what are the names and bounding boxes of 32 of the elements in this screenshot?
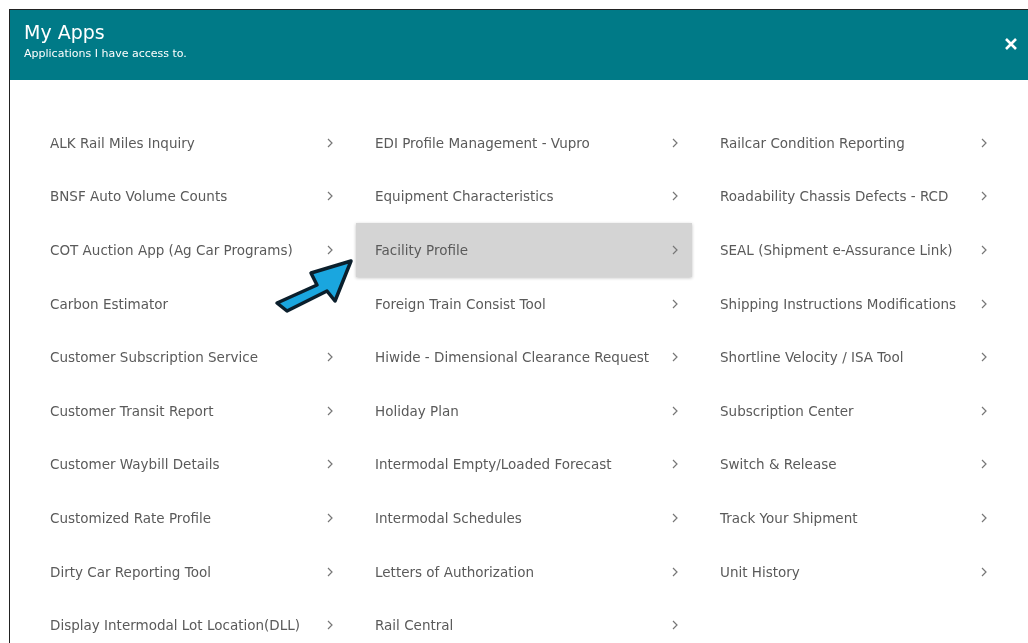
close-icon [1004, 37, 1018, 51]
app-link[interactable]: Rail Central [375, 617, 454, 634]
app-link[interactable]: Subscription Center [720, 402, 854, 419]
app-link[interactable]: Hiwide - Dimensional Clearance Request [375, 349, 650, 366]
app-link[interactable]: Intermodal Empty/Loaded Forecast [375, 456, 612, 473]
app-link[interactable]: Dirty Car Reporting Tool [50, 563, 211, 580]
app-link[interactable]: Customer Waybill Details [50, 456, 220, 473]
app-link[interactable]: Shortline Velocity / ISA Tool [720, 349, 904, 366]
dialog-subtitle: Applications I have access to. [24, 47, 187, 60]
app-link[interactable]: Customer Transit Report [50, 402, 214, 419]
app-link[interactable]: Intermodal Schedules [375, 509, 522, 526]
app-link[interactable]: Switch & Release [720, 456, 837, 473]
app-link[interactable]: Track Your Shipment [720, 509, 858, 526]
app-link[interactable]: Unit History [720, 563, 800, 580]
app-link[interactable]: Foreign Train Consist Tool [375, 295, 546, 312]
app-link[interactable]: Railcar Condition Reporting [720, 134, 905, 151]
app-link[interactable]: Display Intermodal Lot Location(DLL) [50, 617, 300, 634]
app-link[interactable]: BNSF Auto Volume Counts [50, 188, 228, 205]
dialog-title: My Apps [24, 21, 105, 43]
app-link[interactable]: Shipping Instructions Modifications [720, 295, 957, 312]
app-link[interactable]: COT Auction App (Ag Car Programs) [50, 242, 293, 258]
app-link[interactable]: Customized Rate Profile [50, 509, 211, 526]
app-link[interactable]: Facility Profile [356, 223, 692, 277]
app-link[interactable]: Holiday Plan [375, 402, 459, 419]
app-link[interactable]: Customer Subscription Service [50, 349, 258, 366]
app-link[interactable]: ALK Rail Miles Inquiry [50, 134, 195, 151]
app-link[interactable]: SEAL (Shipment e-Assurance Link) [720, 242, 953, 258]
app-link[interactable]: Roadability Chassis Defects - RCD [720, 188, 949, 205]
app-link[interactable]: Letters of Authorization [375, 563, 535, 580]
app-link[interactable]: Carbon Estimator [50, 295, 169, 312]
app-link[interactable]: EDI Profile Management - Vupro [375, 134, 590, 151]
app-link[interactable]: Equipment Characteristics [375, 188, 554, 205]
